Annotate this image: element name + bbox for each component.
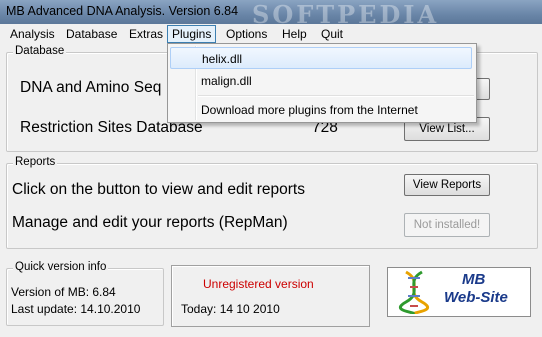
today-date: Today: 14 10 2010 (181, 302, 280, 316)
menu-extras[interactable]: Extras (125, 26, 167, 42)
version-info-title: Quick version info (13, 261, 109, 273)
website-panel[interactable]: MB Web-Site (387, 267, 531, 317)
website-label-line2: Web-Site (444, 289, 508, 306)
menu-analysis[interactable]: Analysis (6, 26, 59, 42)
dna-helix-icon (398, 270, 430, 314)
dropdown-separator (198, 95, 474, 97)
download-plugins-item[interactable]: Download more plugins from the Internet (170, 99, 472, 121)
view-reports-text: Click on the button to view and edit rep… (12, 181, 305, 198)
menu-plugins[interactable]: Plugins (167, 25, 217, 43)
title-bar: MB Advanced DNA Analysis. Version 6.84 S… (0, 0, 542, 29)
website-label-line1: MB (462, 271, 486, 288)
repman-text: Manage and edit your reports (RepMan) (12, 214, 288, 231)
menu-database[interactable]: Database (62, 26, 121, 42)
plugin-helix-label: helix.dll (202, 52, 243, 66)
reports-group-title: Reports (13, 156, 58, 168)
plugin-malign-label: malign.dll (201, 74, 252, 88)
plugin-malign[interactable]: malign.dll (170, 70, 472, 92)
unregistered-status: Unregistered version (203, 277, 314, 291)
menu-options[interactable]: Options (222, 26, 271, 42)
last-update-text: Last update: 14.10.2010 (11, 302, 141, 316)
plugins-dropdown: helix.dll malign.dll Download more plugi… (167, 43, 477, 123)
download-plugins-label: Download more plugins from the Internet (201, 103, 418, 117)
menu-help[interactable]: Help (278, 26, 311, 42)
view-reports-button[interactable]: View Reports (404, 174, 490, 196)
database-group-title: Database (13, 45, 67, 57)
dna-amino-label: DNA and Amino Seq (20, 79, 162, 96)
version-text: Version of MB: 6.84 (11, 285, 116, 299)
registration-panel (171, 265, 370, 327)
menu-quit[interactable]: Quit (317, 26, 347, 42)
plugin-helix[interactable]: helix.dll (170, 47, 472, 69)
window-title: MB Advanced DNA Analysis. Version 6.84 (6, 4, 239, 18)
not-installed-button: Not installed! (404, 213, 490, 237)
menu-bar: Analysis Database Extras Plugins Options… (0, 24, 542, 44)
